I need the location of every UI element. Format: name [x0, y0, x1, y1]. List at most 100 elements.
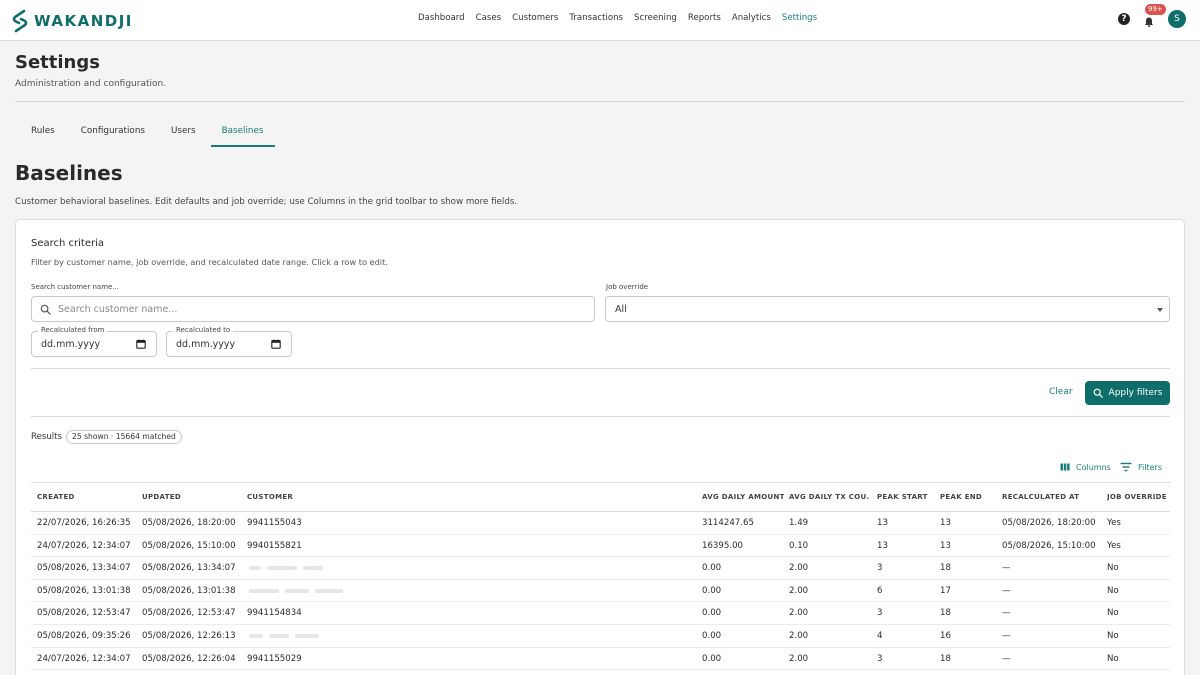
cell-avg-daily-tx-count: 2.00: [789, 653, 809, 664]
cell-customer: 9941155043: [247, 518, 302, 528]
filters-button[interactable]: Filters: [1120, 462, 1162, 472]
column-header-job-override[interactable]: JOB OVERRIDE: [1107, 493, 1167, 501]
notifications-button[interactable]: 99+: [1143, 4, 1166, 28]
recalculated-to-field[interactable]: Recalculated to dd.mm.yyyy: [166, 326, 292, 357]
tab-users[interactable]: Users: [160, 118, 207, 147]
tab-rules[interactable]: Rules: [20, 118, 66, 147]
table-body: 22/07/2026, 16:26:35 05/08/2026, 18:20:00…: [31, 512, 1170, 675]
cell-avg-daily-amount: 0.00: [702, 608, 722, 619]
column-header-peak-start[interactable]: PEAK START: [877, 493, 935, 501]
recalculated-to-value: dd.mm.yyyy: [176, 339, 236, 350]
customer-search-input[interactable]: [58, 301, 578, 318]
clear-button[interactable]: Clear: [1049, 387, 1073, 397]
table-row[interactable]: 05/08/2026, 13:34:07 05/08/2026, 13:34:07…: [31, 557, 1170, 580]
column-header-avg-daily-tx-count[interactable]: AVG DAILY TX COU...: [789, 493, 869, 501]
cell-peak-end: 18: [940, 608, 951, 619]
column-header-customer[interactable]: CUSTOMER: [247, 493, 687, 501]
calendar-icon[interactable]: [271, 339, 281, 349]
table-row[interactable]: 24/07/2026, 12:34:07 05/08/2026, 12:26:04…: [31, 648, 1170, 671]
cell-avg-daily-tx-count: 0.10: [789, 540, 809, 551]
header-divider: [15, 101, 1185, 102]
recalculated-from-value: dd.mm.yyyy: [41, 339, 101, 350]
redacted-customer-name: [295, 633, 319, 638]
cell-updated: 05/08/2026, 13:01:38: [142, 585, 236, 596]
filters-label: Filters: [1138, 462, 1162, 472]
baselines-card: Search criteria Filter by customer name,…: [15, 219, 1185, 675]
cell-avg-daily-amount: 0.00: [702, 563, 722, 574]
cell-recalculated-at: 05/08/2026, 18:20:00: [1002, 518, 1096, 528]
redacted-customer-name: [249, 566, 261, 571]
search-icon: [40, 304, 51, 315]
customer-search-field[interactable]: [31, 296, 595, 322]
brand-logo[interactable]: WAKANDJI: [10, 9, 133, 33]
settings-tabs: Rules Configurations Users Baselines: [20, 118, 279, 147]
nav-item-dashboard[interactable]: Dashboard: [418, 13, 465, 23]
column-header-recalculated-at[interactable]: RECALCULATED AT: [1002, 493, 1102, 501]
tab-baselines[interactable]: Baselines: [210, 118, 275, 147]
cell-recalculated-at: —: [1002, 585, 1011, 596]
recalculated-from-field[interactable]: Recalculated from dd.mm.yyyy: [31, 326, 157, 357]
cell-customer: 9941155029: [247, 653, 302, 664]
notification-badge: 99+: [1145, 4, 1166, 15]
search-icon: [1093, 388, 1103, 398]
top-right-actions: ? 99+ S: [1118, 4, 1186, 28]
table-row[interactable]: 22/07/2026, 16:26:35 05/08/2026, 18:20:00…: [31, 512, 1170, 535]
cell-avg-daily-amount: 0.00: [702, 653, 722, 664]
columns-button[interactable]: Columns: [1060, 462, 1111, 472]
help-icon[interactable]: ?: [1118, 13, 1130, 25]
cell-peak-start: 4: [877, 630, 883, 641]
job-override-select[interactable]: All: [605, 296, 1170, 322]
cell-job-override: No: [1107, 653, 1119, 664]
nav-item-transactions[interactable]: Transactions: [569, 13, 623, 23]
tab-configurations[interactable]: Configurations: [70, 118, 156, 147]
chevron-down-icon: [1157, 308, 1163, 312]
cell-peak-start: 3: [877, 653, 883, 664]
nav-item-screening[interactable]: Screening: [634, 13, 677, 23]
column-header-peak-end[interactable]: PEAK END: [940, 493, 998, 501]
filter-icon: [1120, 462, 1132, 472]
customer-search-label: Search customer name...: [31, 283, 119, 291]
cell-created: 05/08/2026, 13:34:07: [37, 563, 131, 574]
cell-recalculated-at: —: [1002, 653, 1011, 664]
section-title: Baselines: [15, 161, 123, 185]
cell-peak-start: 13: [877, 518, 888, 528]
cell-updated: 05/08/2026, 12:53:47: [142, 608, 236, 619]
cell-avg-daily-tx-count: 2.00: [789, 630, 809, 641]
job-override-label: Job override: [606, 283, 649, 291]
search-criteria-title: Search criteria: [31, 238, 105, 249]
nav-item-customers[interactable]: Customers: [512, 13, 558, 23]
page-title: Settings: [15, 52, 100, 73]
calendar-icon[interactable]: [136, 339, 146, 349]
table-header: CREATED UPDATED CUSTOMER AVG DAILY AMOUNT AV…: [31, 482, 1170, 512]
nav-item-settings[interactable]: Settings: [782, 13, 817, 23]
table-row[interactable]: 05/08/2026, 12:53:47 05/08/2026, 12:53:47…: [31, 602, 1170, 625]
table-row[interactable]: 05/08/2026, 13:01:38 05/08/2026, 13:01:38…: [31, 580, 1170, 603]
cell-avg-daily-amount: 0.00: [702, 630, 722, 641]
cell-created: 22/07/2026, 16:26:35: [37, 518, 131, 528]
cell-peak-end: 17: [940, 585, 951, 596]
section-subtitle: Customer behavioral baselines. Edit defa…: [15, 197, 518, 207]
job-override-value: All: [615, 304, 627, 315]
cell-avg-daily-tx-count: 1.49: [789, 518, 809, 528]
redacted-customer-name: [285, 588, 309, 593]
redacted-customer-name: [249, 633, 263, 638]
apply-filters-button[interactable]: Apply filters: [1085, 381, 1170, 405]
cell-avg-daily-tx-count: 2.00: [789, 608, 809, 619]
nav-item-reports[interactable]: Reports: [688, 13, 721, 23]
table-row[interactable]: 24/07/2026, 12:34:07 05/08/2026, 15:10:00…: [31, 535, 1170, 558]
redacted-customer-name: [303, 566, 323, 571]
table-row[interactable]: 05/08/2026, 09:35:26 05/08/2026, 12:26:13…: [31, 625, 1170, 648]
table-row[interactable]: 05/08/2026, 11:30:0405/08/2026, 12:26:04…: [31, 670, 1170, 675]
column-header-avg-daily-amount[interactable]: AVG DAILY AMOUNT: [702, 493, 784, 501]
user-avatar[interactable]: S: [1168, 10, 1186, 28]
cell-recalculated-at: —: [1002, 563, 1011, 574]
cell-created: 24/07/2026, 12:34:07: [37, 540, 131, 551]
nav-item-cases[interactable]: Cases: [476, 13, 502, 23]
column-header-created[interactable]: CREATED: [37, 493, 137, 501]
cell-peak-end: 13: [940, 518, 951, 528]
cell-avg-daily-amount: 3114247.65: [702, 518, 754, 528]
cell-created: 05/08/2026, 09:35:26: [37, 630, 131, 641]
cell-peak-start: 6: [877, 585, 883, 596]
nav-item-analytics[interactable]: Analytics: [732, 13, 771, 23]
column-header-updated[interactable]: UPDATED: [142, 493, 242, 501]
